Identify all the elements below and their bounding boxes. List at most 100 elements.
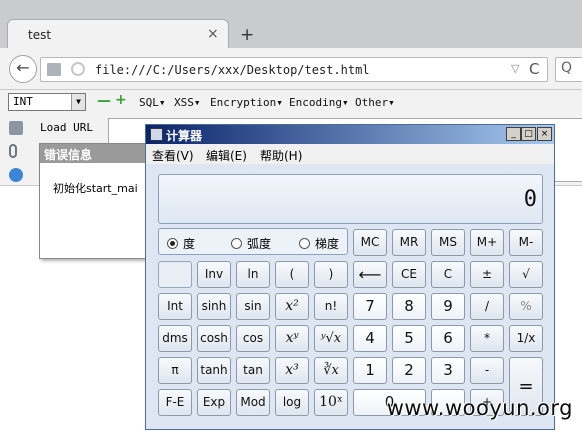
key-9[interactable]: 9 [431,293,465,320]
split-url-icon[interactable] [9,144,17,158]
load-url-icon[interactable] [9,121,23,135]
select-arrow-icon[interactable]: ▼ [71,94,85,110]
menu-edit[interactable]: 编辑(E) [206,147,247,164]
angle-mode-group: 度 弧度 梯度 [158,228,348,255]
hackbar-menu-xss[interactable]: XSS▾ [174,96,201,109]
tab-close-icon[interactable]: × [207,26,219,42]
key-factorial[interactable]: n! [314,293,348,320]
navigation-bar: ← file:///C:/Users/xxx/Desktop/test.html… [0,48,582,90]
calculator-display: 0 [158,174,543,224]
watermark: www.wooyun.org [386,396,573,420]
execute-icon[interactable] [9,168,23,182]
calculator-menubar: 查看(V) 编辑(E) 帮助(H) [146,144,554,164]
radio-gradians-dot [299,238,310,249]
increase-icon[interactable]: + [115,92,127,108]
address-bar[interactable]: file:///C:/Users/xxx/Desktop/test.html ▽… [40,57,548,82]
key-ms[interactable]: MS [431,229,465,256]
key-divide[interactable]: / [470,293,504,320]
key-mod[interactable]: Mod [236,389,270,416]
key-6[interactable]: 6 [431,325,465,352]
site-identity-icon[interactable] [71,62,85,76]
decrease-icon[interactable]: — [97,93,111,109]
search-box[interactable]: Q [555,57,582,82]
key-negate[interactable]: ± [470,261,504,288]
key-1[interactable]: 1 [353,357,387,384]
radio-gradians-label: 梯度 [315,237,340,251]
radio-degrees-label: 度 [183,237,196,251]
key-c[interactable]: C [431,261,465,288]
key-yroot[interactable]: ʸ√x [314,325,348,352]
key-int[interactable]: Int [158,293,192,320]
new-tab-button[interactable]: + [240,25,254,45]
key-reciprocal[interactable]: 1/x [509,325,543,352]
close-button[interactable]: × [537,127,552,141]
radio-radians-dot [231,238,242,249]
key-m-plus[interactable]: M+ [470,229,504,256]
error-dialog-title: 错误信息 [40,144,160,163]
key-7[interactable]: 7 [353,293,387,320]
radio-radians-label: 弧度 [247,237,272,251]
key-4[interactable]: 4 [353,325,387,352]
hackbar-menu-encoding[interactable]: Encoding▾ [289,96,349,109]
url-text[interactable]: file:///C:/Users/xxx/Desktop/test.html [95,63,370,77]
key-m-minus[interactable]: M- [509,229,543,256]
radio-degrees-dot [167,238,178,249]
history-dropdown-icon[interactable]: ▽ [511,62,519,75]
hackbar-type-value: INT [13,95,33,108]
hackbar-type-select[interactable]: INT ▼ [8,93,86,111]
key-cos[interactable]: cos [236,325,270,352]
radio-degrees[interactable]: 度 [167,235,195,252]
calculator-window: 计算器 _ □ × 查看(V) 编辑(E) 帮助(H) 0 度 弧度 梯度 MC… [145,124,555,430]
calculator-titlebar[interactable]: 计算器 _ □ × [146,125,554,144]
menu-help[interactable]: 帮助(H) [260,147,302,164]
key-backspace[interactable]: ⟵ [353,261,387,288]
radio-gradians[interactable]: 梯度 [299,235,339,252]
key-tanh[interactable]: tanh [197,357,231,384]
minimize-button[interactable]: _ [506,127,521,141]
reload-icon[interactable]: C [529,60,539,78]
key-ln[interactable]: ln [236,261,270,288]
error-dialog: 错误信息 初始化start_mai [39,143,160,259]
key-cube-root[interactable]: ∛x [314,357,348,384]
calculator-title: 计算器 [166,129,203,143]
key-2[interactable]: 2 [392,357,426,384]
key-cube[interactable]: x³ [275,357,309,384]
key-fe[interactable]: F-E [158,389,192,416]
key-subtract[interactable]: - [470,357,504,384]
key-multiply[interactable]: * [470,325,504,352]
load-url-button[interactable]: Load URL [40,121,93,134]
key-open-paren[interactable]: ( [275,261,309,288]
radio-radians[interactable]: 弧度 [231,235,271,252]
key-ce[interactable]: CE [392,261,426,288]
tab-test[interactable]: test × [7,19,229,49]
key-mr[interactable]: MR [392,229,426,256]
key-square[interactable]: x² [275,293,309,320]
key-sin[interactable]: sin [236,293,270,320]
key-sinh[interactable]: sinh [197,293,231,320]
key-8[interactable]: 8 [392,293,426,320]
key-mc[interactable]: MC [353,229,387,256]
key-percent[interactable]: % [509,293,543,320]
key-exp[interactable]: Exp [197,389,231,416]
key-log[interactable]: log [275,389,309,416]
maximize-button[interactable]: □ [521,127,536,141]
back-button[interactable]: ← [9,55,37,83]
reader-icon[interactable] [47,63,61,76]
key-inv[interactable]: Inv [197,261,231,288]
key-ten-power[interactable]: 10ˣ [314,389,348,416]
key-tan[interactable]: tan [236,357,270,384]
key-cosh[interactable]: cosh [197,325,231,352]
key-5[interactable]: 5 [392,325,426,352]
key-3[interactable]: 3 [431,357,465,384]
key-close-paren[interactable]: ) [314,261,348,288]
key-pi[interactable]: π [158,357,192,384]
key-blank [158,261,192,288]
hackbar-menu-other[interactable]: Other▾ [355,96,395,109]
menu-view[interactable]: 查看(V) [152,147,194,164]
key-dms[interactable]: dms [158,325,192,352]
hackbar-menu-sql[interactable]: SQL▾ [139,96,166,109]
key-sqrt[interactable]: √ [509,261,543,288]
tab-strip: test × + [0,0,582,49]
hackbar-menu-encryption[interactable]: Encryption▾ [210,96,283,109]
key-power[interactable]: xʸ [275,325,309,352]
